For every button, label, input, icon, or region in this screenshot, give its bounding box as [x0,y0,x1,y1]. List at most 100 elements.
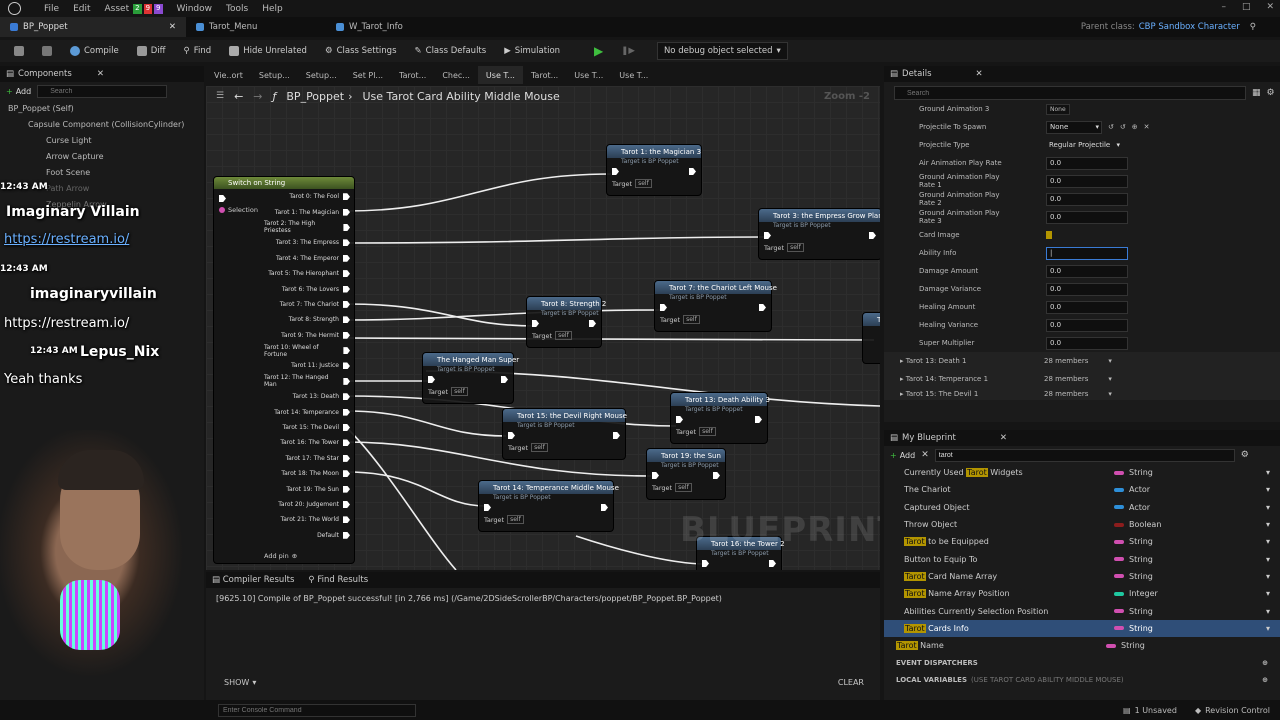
switch-case[interactable]: Tarot 9: The Hermit [264,328,354,343]
gear-icon[interactable]: ⚙ [1267,88,1275,98]
property-input[interactable]: 0.0 [1046,300,1128,314]
forward-arrow-icon[interactable]: → [253,90,262,103]
menu-asset[interactable]: Asset [105,4,130,14]
chevron-down-icon[interactable]: ▾ [1266,589,1280,598]
graph-tab[interactable]: Vie..ort [206,66,251,84]
ability-info-input[interactable]: | [1046,246,1128,260]
function-node-magician[interactable]: Tarot 1: the Magician 3 Target is BP Pop… [606,144,702,196]
minimize-icon[interactable]: – [1221,2,1226,12]
close-icon[interactable]: ✕ [1000,433,1007,443]
exec-in-pin[interactable] [428,376,435,383]
chat-link[interactable]: https://restream.io/ [4,232,129,247]
exec-in-pin[interactable] [660,304,667,311]
menu-file[interactable]: File [44,4,59,14]
graph-tab[interactable]: Use T... [611,66,656,84]
variable-item[interactable]: Throw Object Boolean ▾ [884,516,1280,533]
chevron-down-icon[interactable]: ▾ [1266,555,1280,564]
revision-control[interactable]: ◆ Revision Control [1195,706,1270,715]
variable-item[interactable]: Captured Object Actor ▾ [884,499,1280,516]
back-arrow-icon[interactable]: ← [234,90,243,103]
function-node-empress[interactable]: Tarot 3: the Empress Grow Plant Target i… [758,208,880,260]
variable-type[interactable]: String [1114,607,1153,616]
variable-item-selected[interactable]: Tarot Cards Info String ▾ [884,619,1280,637]
component-item[interactable]: Capsule Component (CollisionCylinder) [0,116,204,132]
graph-tab[interactable]: Chec... [434,66,478,84]
variable-item[interactable]: Button to Equip To String ▾ [884,550,1280,567]
diff-button[interactable]: Diff [131,42,172,60]
chevron-down-icon[interactable]: ▾ [1266,468,1280,477]
target-pin[interactable]: Target self [671,425,767,438]
compile-button[interactable]: Compile [64,42,125,60]
variable-item[interactable]: Tarot Name String [884,637,1280,654]
property-input[interactable]: 0.0 [1046,336,1128,350]
add-member-button[interactable]: + Add [890,451,915,460]
graph-tab-active[interactable]: Use T... [477,66,523,84]
variable-item[interactable]: The Chariot Actor ▾ [884,481,1280,498]
target-pin[interactable]: Target self [607,177,701,190]
switch-on-string-node[interactable]: Switch on String Selection Tarot 0: The … [213,176,355,564]
variable-item[interactable]: Tarot Name Array Position Integer ▾ [884,585,1280,602]
clear-icon[interactable]: ✕ [1144,123,1150,131]
close-window-icon[interactable]: ✕ [1266,2,1274,12]
property-value[interactable]: None [1046,103,1070,115]
target-pin[interactable]: Target self [647,481,725,494]
switch-case[interactable]: Tarot 13: Death [264,389,354,404]
graph-canvas[interactable]: Switch on String Selection Tarot 0: The … [206,86,880,570]
table-view-icon[interactable]: ▦ [1252,88,1261,98]
switch-case[interactable]: Tarot 11: Justice [264,358,354,373]
exec-out-pin[interactable] [755,416,762,423]
exec-out-pin[interactable] [759,304,766,311]
local-variables-section[interactable]: LOCAL VARIABLES (USE TAROT CARD ABILITY M… [884,672,1280,689]
show-dropdown[interactable]: SHOW ▾ [224,678,256,687]
variable-type[interactable]: String [1114,468,1153,477]
property-dropdown[interactable]: None ▾ [1046,120,1102,134]
exec-in-pin[interactable] [676,416,683,423]
variable-type[interactable]: String [1114,555,1153,564]
property-input[interactable]: 0.0 [1046,192,1128,206]
exec-in-pin[interactable] [214,193,264,204]
console-command-input[interactable] [218,703,416,717]
graph-tab[interactable]: Use T... [566,66,611,84]
add-pin-button[interactable]: Add pin ⊕ [264,552,297,560]
exec-in-pin[interactable] [652,472,659,479]
exec-in-pin[interactable] [612,168,619,175]
exec-in-pin[interactable] [484,504,491,511]
target-pin[interactable]: Target self [423,385,513,398]
graph-tab[interactable]: Tarot... [523,66,566,84]
graph-tab[interactable]: Tarot... [391,66,434,84]
switch-case[interactable]: Tarot 2: The High Priestess [264,220,354,235]
switch-case[interactable]: Tarot 1: The Magician [264,204,354,219]
use-icon[interactable]: ↺ [1120,123,1126,131]
switch-case[interactable]: Tarot 7: The Chariot [264,297,354,312]
chevron-down-icon[interactable]: ▾ [1108,357,1112,365]
variable-item[interactable]: Tarot to be Equipped String ▾ [884,533,1280,550]
exec-in-pin[interactable] [764,232,771,239]
find-button[interactable]: ⚲ Find [178,42,218,60]
add-component-button[interactable]: + Add [6,87,31,96]
property-group[interactable]: ▸ Tarot 13: Death 1 28 members ▾ [884,352,1280,370]
tab-bp-poppet[interactable]: BP_Poppet ✕ [0,17,186,37]
switch-case[interactable]: Tarot 14: Temperance [264,404,354,419]
card-image-thumbnail-icon[interactable] [1046,231,1052,239]
hide-unrelated-button[interactable]: Hide Unrelated [223,42,313,60]
exec-out-pin[interactable] [613,432,620,439]
function-node-death[interactable]: Tarot 13: Death Ability 3 Target is BP P… [670,392,770,444]
variable-type[interactable]: String [1106,641,1145,650]
chevron-down-icon[interactable]: ▾ [1108,390,1112,398]
tab-w-tarot-info[interactable]: W_Tarot_Info [326,17,466,37]
chevron-down-icon[interactable]: ▾ [1266,520,1280,529]
clear-filter-icon[interactable]: ✕ [921,450,929,460]
my-blueprint-search-input[interactable] [934,448,1235,462]
variable-type[interactable]: String [1114,572,1153,581]
chevron-down-icon[interactable]: ▾ [1266,572,1280,581]
component-item[interactable]: Curse Light [0,132,204,148]
close-icon[interactable]: ✕ [97,69,104,79]
property-input[interactable]: 0.0 [1046,282,1128,296]
class-settings-button[interactable]: ⚙ Class Settings [319,42,403,60]
switch-case[interactable]: Tarot 12: The Hanged Man [264,374,354,389]
menu-window[interactable]: Window [177,4,213,14]
unsaved-indicator[interactable]: ▤ 1 Unsaved [1123,706,1177,715]
graph-home-icon[interactable]: ☰ [216,91,224,101]
graph-tab[interactable]: Setup... [298,66,345,84]
chevron-down-icon[interactable]: ▾ [1108,375,1112,383]
